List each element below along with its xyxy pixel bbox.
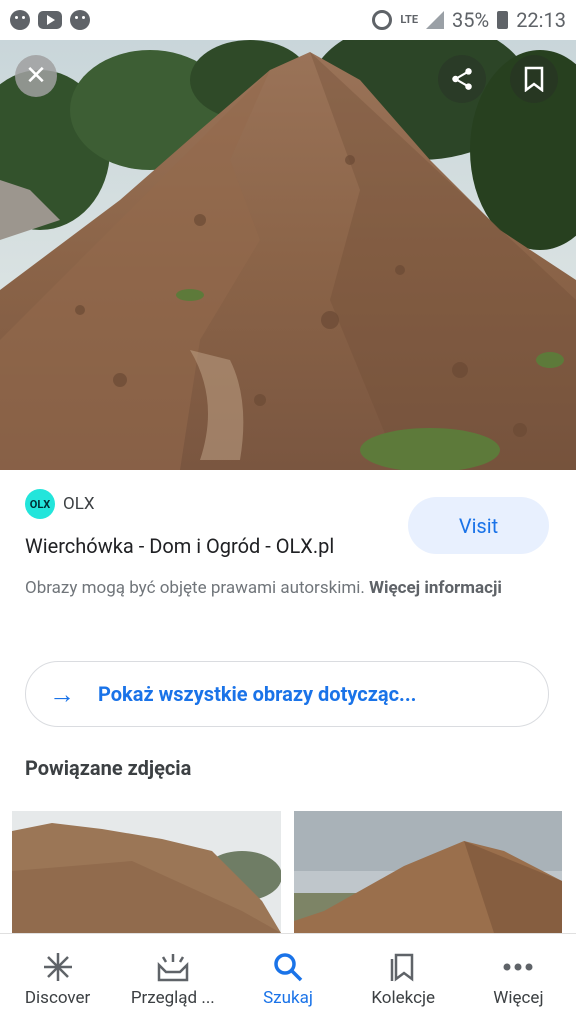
nav-discover[interactable]: Discover [0, 934, 115, 1024]
messenger-icon [70, 10, 90, 30]
related-image-thumbnail[interactable] [12, 811, 281, 933]
show-all-images-button[interactable]: → Pokaż wszystkie obrazy dotycząc... [25, 661, 549, 727]
nav-search[interactable]: Szukaj [230, 934, 345, 1024]
battery-icon [497, 11, 509, 29]
olx-logo: OLX [25, 489, 55, 519]
share-icon [452, 68, 472, 90]
arrow-right-icon: → [49, 679, 75, 710]
result-title[interactable]: Wierchówka - Dom i Ogród - OLX.pl [25, 534, 334, 558]
nav-label: Discover [24, 988, 91, 1008]
signal-icon [426, 11, 445, 29]
alarm-icon [372, 10, 393, 30]
close-icon: ✕ [25, 61, 47, 91]
bookmark-button[interactable] [510, 55, 558, 103]
clock: 22:13 [516, 8, 566, 32]
nav-label: Kolekcje [371, 988, 436, 1008]
source-info[interactable]: OLX OLX [25, 489, 95, 519]
nav-label: Więcej [493, 988, 544, 1008]
youtube-icon [38, 11, 62, 29]
asterisk-icon [42, 950, 74, 984]
hero-image[interactable] [0, 40, 576, 470]
status-bar: LTE 35% 22:13 [0, 0, 576, 40]
updates-icon [156, 950, 190, 984]
more-info-link[interactable]: Więcej informacji [369, 578, 502, 598]
nav-label: Przegląd ... [130, 988, 215, 1008]
copyright-text: Obrazy mogą być objęte prawami autorskim… [25, 578, 365, 598]
nav-label: Szukaj [263, 988, 313, 1008]
nav-updates[interactable]: Przegląd ... [115, 934, 230, 1024]
related-image-thumbnail[interactable] [294, 811, 562, 933]
nav-more[interactable]: Więcej [461, 934, 576, 1024]
messenger-icon [10, 10, 30, 30]
close-button[interactable]: ✕ [15, 55, 57, 97]
copyright-notice: Obrazy mogą być objęte prawami autorskim… [25, 573, 525, 603]
share-button[interactable] [438, 55, 486, 103]
related-images-heading: Powiązane zdjęcia [25, 756, 192, 780]
bottom-navigation: Discover Przegląd ... Szukaj Kolekcje Wi… [0, 933, 576, 1024]
visit-button[interactable]: Visit [408, 497, 549, 554]
collections-icon [388, 950, 418, 984]
more-icon [502, 950, 534, 984]
network-type: LTE [400, 13, 419, 26]
bookmark-icon [524, 66, 544, 92]
battery-percent: 35% [452, 8, 490, 32]
nav-collections[interactable]: Kolekcje [346, 934, 461, 1024]
search-icon [272, 950, 304, 984]
source-name: OLX [63, 494, 95, 514]
show-all-label: Pokaż wszystkie obrazy dotycząc... [98, 682, 417, 706]
